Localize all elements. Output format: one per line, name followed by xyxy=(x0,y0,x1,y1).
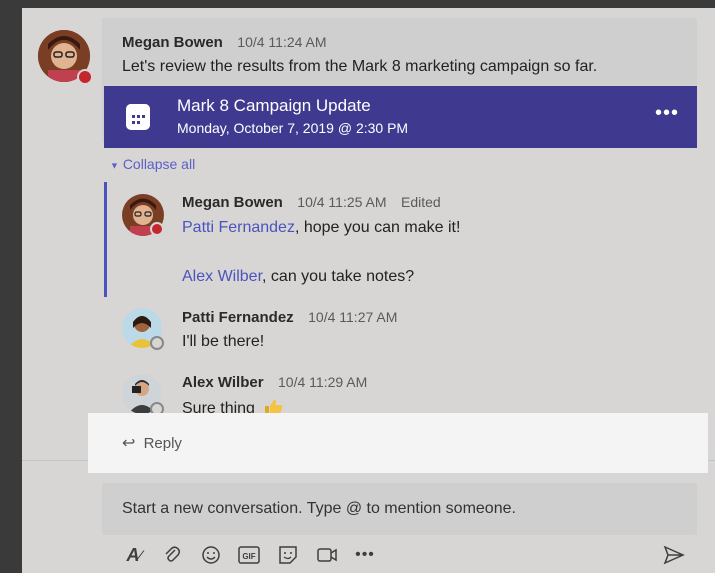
more-horizontal-icon[interactable]: ••• xyxy=(655,102,679,125)
compose-box[interactable]: Start a new conversation. Type @ to ment… xyxy=(102,483,697,535)
collapse-all-link[interactable]: ▼ Collapse all xyxy=(110,156,195,172)
gif-icon[interactable]: GIF xyxy=(237,543,261,567)
reply-label: Reply xyxy=(143,435,182,452)
reply-arrow-icon: ↩ xyxy=(122,435,136,452)
reply-header: Alex Wilber 10/4 11:29 AM xyxy=(182,374,367,392)
reply-timestamp: 10/4 11:27 AM xyxy=(308,309,398,325)
svg-text:GIF: GIF xyxy=(242,552,255,561)
compose-toolbar: A ⁄ GIF ••• xyxy=(117,543,697,571)
reply-text: I'll be there! xyxy=(182,333,265,350)
collapse-all-label: Collapse all xyxy=(122,156,196,172)
send-icon[interactable] xyxy=(662,543,686,567)
reply-button[interactable]: ↩ Reply xyxy=(122,433,182,453)
attach-icon[interactable] xyxy=(160,543,184,567)
event-card[interactable]: Mark 8 Campaign Update Monday, October 7… xyxy=(104,86,697,148)
presence-away-icon xyxy=(150,336,164,350)
reply-text: , can you take notes? xyxy=(262,268,415,285)
reply-timestamp: 10/4 11:29 AM xyxy=(278,374,368,390)
reply-author[interactable]: Megan Bowen xyxy=(182,194,283,211)
thread-highlight-bar xyxy=(104,182,107,297)
event-date: Monday, October 7, 2019 @ 2:30 PM xyxy=(177,120,409,136)
format-icon[interactable]: A ⁄ xyxy=(122,543,146,567)
reply-text: , hope you can make it! xyxy=(294,219,461,236)
compose-placeholder: Start a new conversation. Type @ to ment… xyxy=(122,500,516,517)
calendar-icon xyxy=(126,104,150,130)
chevron-down-icon: ▼ xyxy=(110,160,119,171)
reply-author[interactable]: Patti Fernandez xyxy=(182,309,294,326)
reply-author[interactable]: Alex Wilber xyxy=(182,374,264,391)
presence-busy-icon xyxy=(77,69,93,85)
emoji-icon[interactable] xyxy=(199,543,223,567)
sticker-icon[interactable] xyxy=(276,543,300,567)
reply-timestamp: 10/4 11:25 AM xyxy=(297,194,387,210)
reply-header: Patti Fernandez 10/4 11:27 AM xyxy=(182,309,397,327)
post-text: Let's review the results from the Mark 8… xyxy=(122,58,598,75)
post-author[interactable]: Megan Bowen xyxy=(122,34,223,51)
more-icon[interactable]: ••• xyxy=(353,543,377,567)
presence-busy-icon xyxy=(150,222,164,236)
meet-now-icon[interactable] xyxy=(315,543,339,567)
reply-header: Megan Bowen 10/4 11:25 AM Edited xyxy=(182,194,441,212)
teams-channel-view: Megan Bowen 10/4 11:24 AM Let's review t… xyxy=(22,8,715,573)
reply-text-line-1: Patti Fernandez, hope you can make it! xyxy=(182,219,460,237)
mention-patti-fernandez[interactable]: Patti Fernandez xyxy=(182,219,295,236)
edited-label: Edited xyxy=(401,194,441,210)
mention-alex-wilber[interactable]: Alex Wilber xyxy=(182,268,262,285)
event-title[interactable]: Mark 8 Campaign Update xyxy=(177,96,371,116)
post-timestamp: 10/4 11:24 AM xyxy=(237,34,327,50)
reply-text-line-2: Alex Wilber, can you take notes? xyxy=(182,268,414,286)
